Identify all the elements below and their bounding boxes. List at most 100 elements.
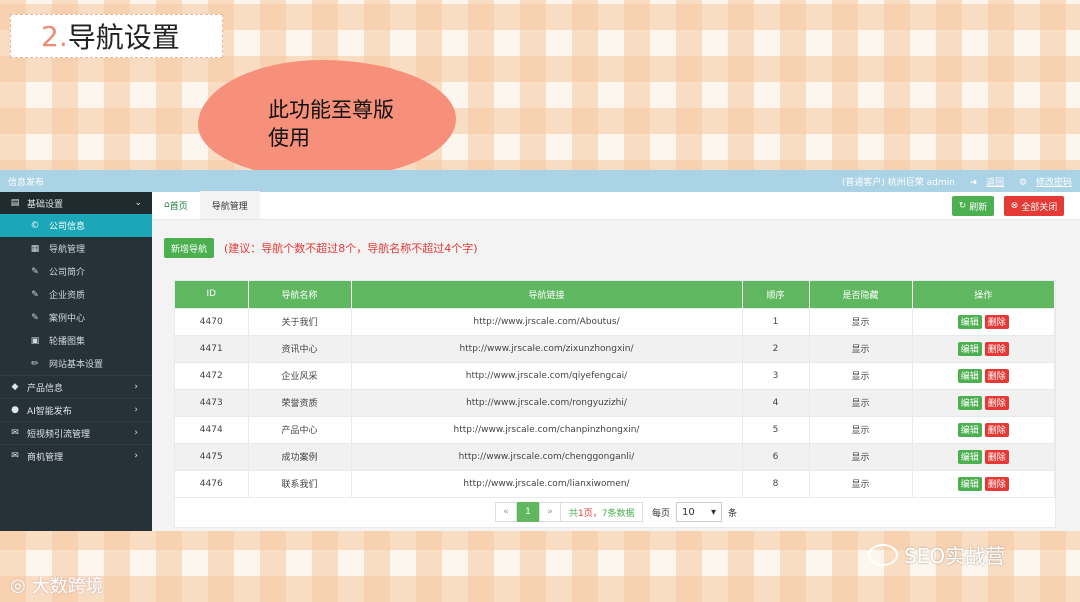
sidebar-item-label: 公司简介 (49, 268, 86, 278)
refresh-button[interactable]: ↻ 刷新 (952, 196, 994, 216)
table-row: 4470 关于我们 http://www.jrscale.com/Aboutus/1… (175, 307, 1055, 335)
refresh-icon: ↻ (958, 201, 967, 211)
hint-text: (建议：导航个数不超过8个，导航名称不超过4个字) (224, 242, 478, 255)
watermark-left-text: 大数跨境 (31, 576, 104, 597)
column-header: 是否隐藏 (809, 281, 913, 308)
delete-button[interactable]: 删除 (984, 449, 1009, 464)
watermark-right: SEO实战营 (868, 540, 1005, 569)
sidebar-group-video[interactable]: ✉ 短视频引流管理 › (0, 421, 152, 444)
page-size-select[interactable]: 10 ▾ (676, 502, 723, 522)
sidebar-group-label: AI智能发布 (27, 406, 72, 417)
row-actions: 编辑 删除 (957, 422, 1009, 437)
pagination: « 1 » 共 1页， 7条数据 每页 10 ▾ 条 (175, 497, 1055, 527)
sidebar-item-company-intro[interactable]: ✎ 公司简介 (0, 260, 152, 283)
column-header: 导航链接 (351, 281, 743, 308)
close-all-button[interactable]: ⊗ 全部关闭 (1004, 196, 1064, 216)
column-header: 操作 (912, 281, 1055, 308)
sidebar-item-company-info[interactable]: © 公司信息 (0, 214, 152, 237)
tab-home[interactable]: ⌂ 首页 (152, 191, 200, 219)
delete-button[interactable]: 删除 (984, 368, 1009, 383)
cell-id: 4474 (175, 415, 249, 443)
prev-page-button[interactable]: « (495, 502, 517, 522)
cell-actions: 编辑 删除 (912, 334, 1055, 362)
callout-line-2: 使用 (268, 126, 310, 150)
back-link[interactable]: ➜ 返回 (964, 178, 1004, 188)
callout-line-1: 此功能至尊版 (268, 98, 394, 122)
change-password-link[interactable]: ⚙ 修改密码 (1013, 178, 1072, 188)
page-1-button[interactable]: 1 (517, 502, 539, 522)
sidebar-group-label: 商机管理 (27, 452, 64, 463)
cell-actions: 编辑 删除 (912, 307, 1055, 335)
sidebar-group-leads[interactable]: ✉ 商机管理 › (0, 444, 152, 467)
back-link-label: 返回 (986, 177, 1005, 188)
cell-id: 4476 (175, 469, 249, 497)
sidebar-group-label: 短视频引流管理 (27, 429, 91, 440)
sidebar-item-site-settings[interactable]: ✏ 网站基本设置 (0, 352, 152, 375)
table-row: 4472 企业风采 http://www.jrscale.com/qiyefengc… (175, 361, 1055, 389)
sidebar-item-cases[interactable]: ✎ 案例中心 (0, 306, 152, 329)
add-nav-button[interactable]: 新增导航 (164, 238, 214, 258)
sidebar-item-qualification[interactable]: ✎ 企业资质 (0, 283, 152, 306)
cell-name: 关于我们 (248, 307, 352, 335)
cell-link: http://www.jrscale.com/chanpinzhongxin/ (351, 415, 743, 443)
sidebar-group-ai[interactable]: ● AI智能发布 › (0, 398, 152, 421)
sidebar-item-carousel[interactable]: ▣ 轮播图集 (0, 329, 152, 352)
delete-button[interactable]: 删除 (984, 395, 1009, 410)
cell-actions: 编辑 删除 (912, 361, 1055, 389)
chevron-right-icon: › (134, 382, 138, 392)
edit-button[interactable]: 编辑 (957, 476, 982, 491)
chevron-right-icon: › (134, 451, 138, 461)
edit-button[interactable]: 编辑 (957, 314, 982, 329)
cell-name: 联系我们 (248, 469, 352, 497)
sidebar-item-label: 公司信息 (49, 222, 86, 232)
cell-link: http://www.jrscale.com/Aboutus/ (351, 307, 743, 335)
cell-actions: 编辑 删除 (912, 388, 1055, 416)
sidebar-group-products[interactable]: ◆ 产品信息 › (0, 375, 152, 398)
sidebar-item-nav-manage[interactable]: ▦ 导航管理 (0, 237, 152, 260)
edit-button[interactable]: 编辑 (957, 422, 982, 437)
cell-link: http://www.jrscale.com/chenggonganli/ (351, 442, 743, 470)
cell-order: 3 (742, 361, 810, 389)
user-info: (普通客户) 杭州巨荣 admin (841, 177, 955, 188)
sidebar-item-label: 案例中心 (49, 314, 86, 324)
edit-icon: ✎ (31, 289, 39, 300)
cell-hidden: 显示 (809, 442, 913, 470)
cell-order: 8 (742, 469, 810, 497)
cell-id: 4472 (175, 361, 249, 389)
sidebar-section-basic[interactable]: ▤ 基础设置 ⌄ (0, 192, 152, 214)
table-header-row: ID 导航名称 导航链接 顺序 是否隐藏 操作 (175, 281, 1055, 308)
chevron-right-icon: › (134, 428, 138, 438)
edit-button[interactable]: 编辑 (957, 368, 982, 383)
delete-button[interactable]: 删除 (984, 314, 1009, 329)
row-actions: 编辑 删除 (957, 395, 1009, 410)
tag-icon: ◆ (11, 382, 19, 392)
watermark-left: ◎ 大数跨境 (10, 572, 104, 598)
edit-icon: ✎ (31, 266, 39, 277)
cell-hidden: 显示 (809, 415, 913, 443)
nav-table: ID 导航名称 导航链接 顺序 是否隐藏 操作 4470 关于我们 http://w… (174, 280, 1056, 528)
top-bar-right: (普通客户) 杭州巨荣 admin ➜ 返回 ⚙ 修改密码 (836, 175, 1072, 188)
cell-id: 4470 (175, 307, 249, 335)
tab-bar: ⌂ 首页 导航管理 ↻ 刷新 ⊗ 全部关闭 (152, 191, 1080, 220)
tab-nav-manage[interactable]: 导航管理 (199, 191, 260, 219)
delete-button[interactable]: 删除 (984, 476, 1009, 491)
next-page-button[interactable]: » (539, 502, 561, 522)
cell-order: 4 (742, 388, 810, 416)
pager-info-count: 7条数据 (601, 508, 635, 519)
close-circle-icon: ⊗ (1010, 201, 1019, 211)
app-title: 信息发布 (8, 177, 45, 188)
page-size: 每页 10 ▾ 条 (652, 502, 737, 522)
edit-button[interactable]: 编辑 (957, 395, 982, 410)
image-icon: ▣ (30, 335, 40, 346)
cell-id: 4475 (175, 442, 249, 470)
delete-button[interactable]: 删除 (984, 341, 1009, 356)
callout-text: 此功能至尊版 使用 (268, 96, 438, 152)
pager-controls: « 1 » 共 1页， 7条数据 (495, 502, 644, 522)
edit-button[interactable]: 编辑 (957, 449, 982, 464)
table-row: 4475 成功案例 http://www.jrscale.com/chenggong… (175, 442, 1055, 470)
delete-button[interactable]: 删除 (984, 422, 1009, 437)
cell-hidden: 显示 (809, 469, 913, 497)
wechat-icon (868, 543, 898, 566)
edit-button[interactable]: 编辑 (957, 341, 982, 356)
cell-name: 资讯中心 (248, 334, 352, 362)
